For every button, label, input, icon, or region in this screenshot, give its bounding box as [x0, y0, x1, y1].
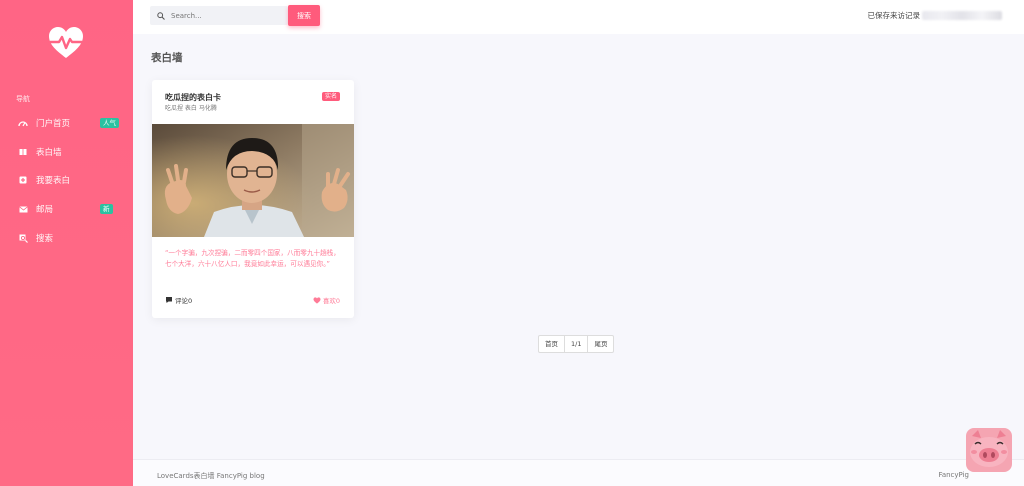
sidebar-item-label: 邮局 — [36, 205, 54, 215]
plus-square-icon — [18, 175, 28, 185]
footer-copyright[interactable]: LoveCards表白墙 FancyPig blog — [157, 471, 265, 481]
saved-record-label: 已保存来访记录 — [867, 11, 921, 20]
real-name-tag: 实名 — [321, 92, 340, 101]
page-indicator: 1/1 — [565, 336, 589, 352]
search-icon — [18, 233, 28, 243]
pig-mascot-icon[interactable] — [966, 428, 1012, 472]
footer-brand[interactable]: FancyPig — [938, 471, 969, 479]
last-page-button[interactable]: 尾页 — [588, 336, 613, 352]
sidebar-item-home[interactable]: 门户首页 人气 — [18, 115, 128, 131]
nav-caption: 导航 — [16, 95, 30, 103]
likes-count: 喜欢0 — [322, 297, 340, 305]
mail-icon — [18, 204, 28, 214]
sidebar-item-wall[interactable]: 表白墙 — [18, 144, 128, 160]
comment-icon — [166, 297, 172, 303]
footer: LoveCards表白墙 FancyPig blog FancyPig — [133, 459, 1024, 486]
first-page-button[interactable]: 首页 — [539, 336, 565, 352]
heart-pulse-logo-icon[interactable] — [47, 26, 85, 60]
top-header: 搜索 已保存来访记录 — [133, 0, 1024, 34]
card-photo[interactable] — [152, 124, 354, 237]
card-quote: “一个字骗，九次捏骗，二而零四个国家，八而零九十趟栈，七个大洋，六十八亿人口，我… — [165, 249, 340, 268]
blurred-record-value — [922, 11, 1002, 20]
sidebar-item-label: 表白墙 — [36, 148, 62, 158]
like-button[interactable]: 喜欢0 — [313, 295, 340, 305]
card-title[interactable]: 吃瓜捏的表白卡 — [165, 92, 221, 103]
search-button[interactable]: 搜索 — [288, 5, 320, 26]
card-subtitle: 吃瓜捏 表白 马化腾 — [165, 105, 217, 112]
sidebar-item-label: 我要表白 — [36, 176, 71, 186]
search-box[interactable] — [150, 6, 288, 25]
sidebar-item-label: 搜索 — [36, 234, 54, 244]
sidebar-item-post-office[interactable]: 邮局 新 — [18, 201, 128, 217]
search-input[interactable] — [171, 11, 281, 20]
sidebar-item-confess[interactable]: 我要表白 — [18, 172, 128, 188]
dashboard-icon — [18, 118, 28, 128]
confession-card[interactable]: 吃瓜捏的表白卡 吃瓜捏 表白 马化腾 实名 “一个字骗，九次捏骗，二而零四个国家… — [152, 80, 354, 318]
pagination: 首页 1/1 尾页 — [538, 335, 615, 353]
page-title: 表白墙 — [151, 52, 183, 64]
sidebar-item-label: 门户首页 — [36, 119, 71, 129]
saved-visit-record: 已保存来访记录 — [867, 10, 1002, 21]
heart-icon — [313, 296, 321, 304]
popular-badge: 人气 — [100, 118, 119, 128]
book-icon — [18, 147, 28, 157]
sidebar: 导航 门户首页 人气 表白墙 我要表白 邮局 新 搜索 — [0, 0, 133, 486]
search-icon — [157, 11, 165, 20]
comments-count: 评论0 — [175, 297, 193, 305]
new-badge: 新 — [100, 204, 113, 214]
sidebar-item-search[interactable]: 搜索 — [18, 230, 128, 246]
comments-link[interactable]: 评论0 — [165, 295, 192, 305]
